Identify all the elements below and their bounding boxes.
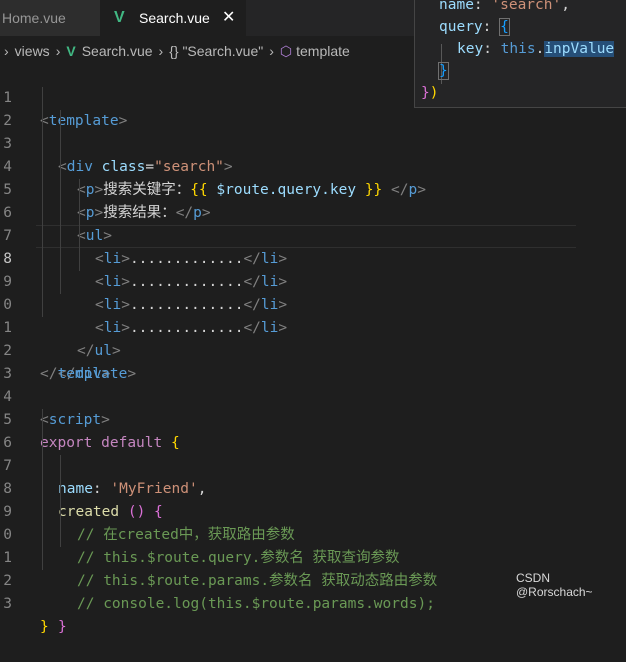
code-editor[interactable]: 1 <template> 2 <div class="search"> 3 <p… [0,64,626,635]
close-icon[interactable]: ✕ [222,0,235,36]
code-line: 1 </div> [0,294,626,382]
code-line: 9 <li>.............</li> [0,248,626,336]
this-keyword: this [500,41,536,57]
chevron-right-icon: › [4,43,9,59]
tab-label: Search.vue [139,10,210,26]
peek-line: query: { [439,18,510,36]
chevron-right-icon: › [269,43,274,59]
code-line: 2 } [0,547,626,635]
name-key: name [439,0,474,13]
code-line: 3 [0,340,626,382]
code-line: 0 </ul> [0,271,626,359]
breadcrumb-node[interactable]: template [296,38,350,64]
comment: // console.log(this.$route.params.words)… [77,596,435,612]
code-line: 7 <li>.............</li> [0,202,626,290]
peek-line: name: 'search', [439,0,570,16]
code-line-current: 8 <li>.............</li> [0,225,626,313]
code-line: 0 // this.$route.params.参数名 获取动态路由参数 [0,501,626,589]
breadcrumb-folder[interactable]: views [15,38,50,64]
vue-file-icon: V [66,43,76,59]
line-number: 3 [3,596,12,612]
peek-line: }) [421,85,439,101]
vue-file-icon: V [114,9,125,26]
code-line: 4 <p>搜索结果：</p> [0,133,626,221]
code-line: 3 <p>搜索关键字：{{ $route.query.key }} </p> [0,110,626,198]
query-key: query [439,19,483,35]
chevron-right-icon: › [158,43,164,59]
name-value: 'search' [491,0,562,13]
cube-icon: ⬡ [279,43,293,59]
key-key: key [457,41,484,57]
chevron-right-icon: › [55,43,61,59]
code-line: 2 </template> [0,317,626,382]
code-line: 6 name: 'MyFriend', [0,409,626,497]
code-line: 5 <ul> [0,156,626,244]
code-line: 7 created () { [0,432,626,520]
code-line: 8 // 在created中，获取路由参数 [0,455,626,543]
breadcrumb-file[interactable]: Search.vue [82,38,153,64]
watermark: CSDN @Rorschach~ [516,571,593,599]
code-line: 4 <script> [0,363,626,428]
tab-search-vue[interactable]: V Search.vue ✕ [100,0,246,36]
peek-line: } [438,62,449,80]
code-line: 6 <li>.............</li> [0,179,626,267]
code-line: 1 // console.log(this.$route.params.word… [0,524,626,612]
peek-line: key: this.inpValue [457,41,615,57]
inp-value: inpValue [544,41,615,57]
breadcrumb-object[interactable]: {} "Search.vue" [169,38,263,64]
peek-panel: name: 'search', query: { key: this.inpVa… [414,0,626,108]
tab-home-vue[interactable]: Home.vue [0,0,102,36]
tab-label: Home.vue [2,10,66,26]
code-line: 5 export default { [0,386,626,451]
code-line: 9 // this.$route.query.参数名 获取查询参数 [0,478,626,566]
